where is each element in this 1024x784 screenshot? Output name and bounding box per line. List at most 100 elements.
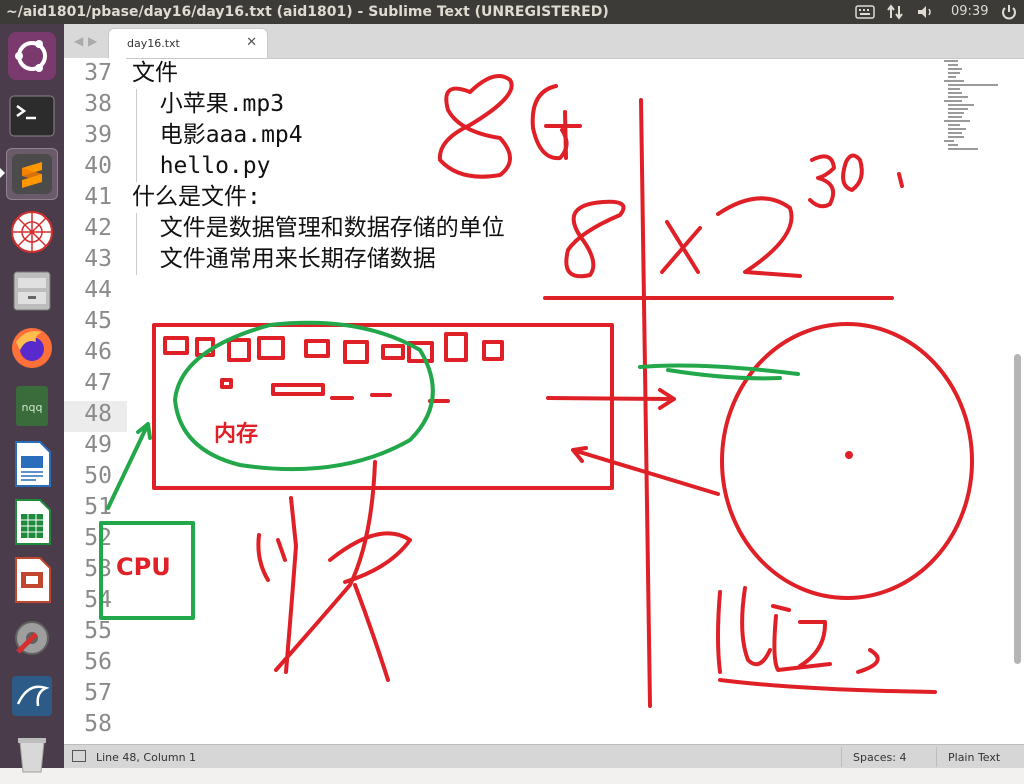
minimap-line [948, 72, 960, 74]
libreoffice-writer-icon [15, 441, 51, 487]
launcher-calc[interactable] [6, 496, 58, 548]
mysql-workbench-icon [12, 676, 52, 716]
minimap[interactable] [944, 58, 1014, 178]
line-number: 38 [84, 91, 112, 117]
line-number-gutter: 37 38 39 40 41 42 43 44 45 46 47 48 49 50 51 52 53 54 55 56… [64, 58, 127, 744]
libreoffice-impress-icon [15, 557, 51, 603]
console-toggle-icon[interactable] [72, 750, 86, 762]
web-icon [11, 211, 53, 253]
code-line[interactable]: 什么是文件: [132, 182, 261, 213]
line-number: 40 [84, 153, 112, 179]
minimap-line [948, 124, 960, 126]
line-number: 45 [84, 308, 112, 334]
status-separator [936, 747, 937, 767]
line-number: 58 [84, 711, 112, 737]
launcher-impress[interactable] [6, 554, 58, 606]
tab-close-icon[interactable]: ✕ [246, 35, 257, 50]
files-icon [13, 271, 51, 311]
minimap-line [948, 64, 958, 66]
line-number: 47 [84, 370, 112, 396]
launcher-ubuntu-dash[interactable] [6, 30, 58, 82]
editor-window: ◀ ▶ day16.txt ✕ 37 38 39 40 41 42 43 44 45 46 47 48… [64, 24, 1024, 744]
status-bar: Line 48, Column 1 Spaces: 4 Plain Text [64, 744, 1024, 768]
line-number: 37 [84, 60, 112, 86]
network-icon[interactable] [886, 3, 904, 21]
launcher-settings[interactable] [6, 612, 58, 664]
line-number: 57 [84, 680, 112, 706]
line-number: 51 [84, 494, 112, 520]
launcher-firefox[interactable] [6, 322, 58, 374]
line-number: 54 [84, 587, 112, 613]
firefox-icon [12, 328, 52, 368]
code-line[interactable]: hello.py [132, 151, 271, 182]
trash-icon [18, 738, 46, 773]
minimap-line [948, 148, 978, 150]
line-number: 56 [84, 649, 112, 675]
minimap-line [948, 116, 962, 118]
volume-icon[interactable] [916, 3, 936, 21]
tab-scroll-left-icon[interactable]: ◀ [74, 34, 83, 48]
launcher-trash[interactable] [6, 728, 58, 780]
line-number: 53 [84, 556, 112, 582]
minimap-line [948, 144, 958, 146]
nqq-icon: nqq [16, 386, 48, 426]
launcher-network-web[interactable] [6, 206, 58, 258]
minimap-line [944, 60, 958, 62]
minimap-line [948, 84, 998, 86]
terminal-icon [9, 95, 55, 137]
sublime-text-icon [12, 154, 52, 194]
launcher-terminal[interactable] [6, 90, 58, 142]
minimap-line [944, 80, 964, 82]
minimap-line [948, 88, 960, 90]
minimap-line [944, 100, 962, 102]
line-number: 42 [84, 215, 112, 241]
tab-label: day16.txt [127, 37, 180, 50]
line-number: 55 [84, 618, 112, 644]
line-number: 48 [84, 401, 112, 427]
launcher-files[interactable] [6, 264, 58, 316]
code-line[interactable]: 小苹果.mp3 [132, 89, 284, 120]
minimap-line [944, 120, 970, 122]
top-panel: ~/aid1801/pbase/day16/day16.txt (aid1801… [0, 0, 1024, 24]
minimap-line [944, 140, 954, 142]
active-app-indicator [0, 168, 5, 178]
clock[interactable]: 09:39 [951, 4, 988, 19]
text-area[interactable]: 文件 小苹果.mp3 电影aaa.mp4 hello.py 什么是文件: 文件是数… [132, 58, 932, 744]
code-line[interactable]: 电影aaa.mp4 [132, 120, 303, 151]
tab-bar: ◀ ▶ day16.txt ✕ [64, 24, 1024, 59]
launcher-mysql-workbench[interactable] [6, 670, 58, 722]
line-number: 52 [84, 525, 112, 551]
launcher-sublime-text[interactable] [6, 148, 58, 200]
minimap-line [948, 96, 968, 98]
launcher-nqq[interactable]: nqq [6, 380, 58, 432]
code-line[interactable]: 文件通常用来长期存储数据 [132, 244, 436, 275]
keyboard-icon[interactable] [855, 3, 875, 21]
line-number: 44 [84, 277, 112, 303]
tab-day16[interactable]: day16.txt ✕ [108, 28, 268, 58]
minimap-line [948, 108, 968, 110]
line-number: 49 [84, 432, 112, 458]
nqq-label: nqq [22, 401, 43, 414]
line-number: 46 [84, 339, 112, 365]
minimap-line [948, 128, 966, 130]
ubuntu-logo-icon [8, 32, 56, 80]
launcher: nqq [0, 24, 64, 773]
cursor-position: Line 48, Column 1 [96, 751, 197, 764]
code-line[interactable]: 文件是数据管理和数据存储的单位 [132, 213, 505, 244]
system-settings-icon [15, 621, 49, 655]
minimap-line [948, 132, 962, 134]
minimap-line [948, 136, 964, 138]
code-line[interactable]: 文件 [132, 58, 178, 89]
minimap-line [948, 92, 962, 94]
indentation-setting[interactable]: Spaces: 4 [853, 751, 906, 764]
line-number: 39 [84, 122, 112, 148]
power-icon[interactable] [1000, 3, 1018, 21]
window-title: ~/aid1801/pbase/day16/day16.txt (aid1801… [6, 4, 609, 20]
launcher-writer[interactable] [6, 438, 58, 490]
minimap-line [948, 104, 974, 106]
minimap-line [948, 68, 962, 70]
minimap-line [948, 76, 956, 78]
syntax-selector[interactable]: Plain Text [948, 751, 1000, 764]
scrollbar-thumb[interactable] [1014, 354, 1021, 664]
tab-scroll-right-icon[interactable]: ▶ [88, 34, 97, 48]
